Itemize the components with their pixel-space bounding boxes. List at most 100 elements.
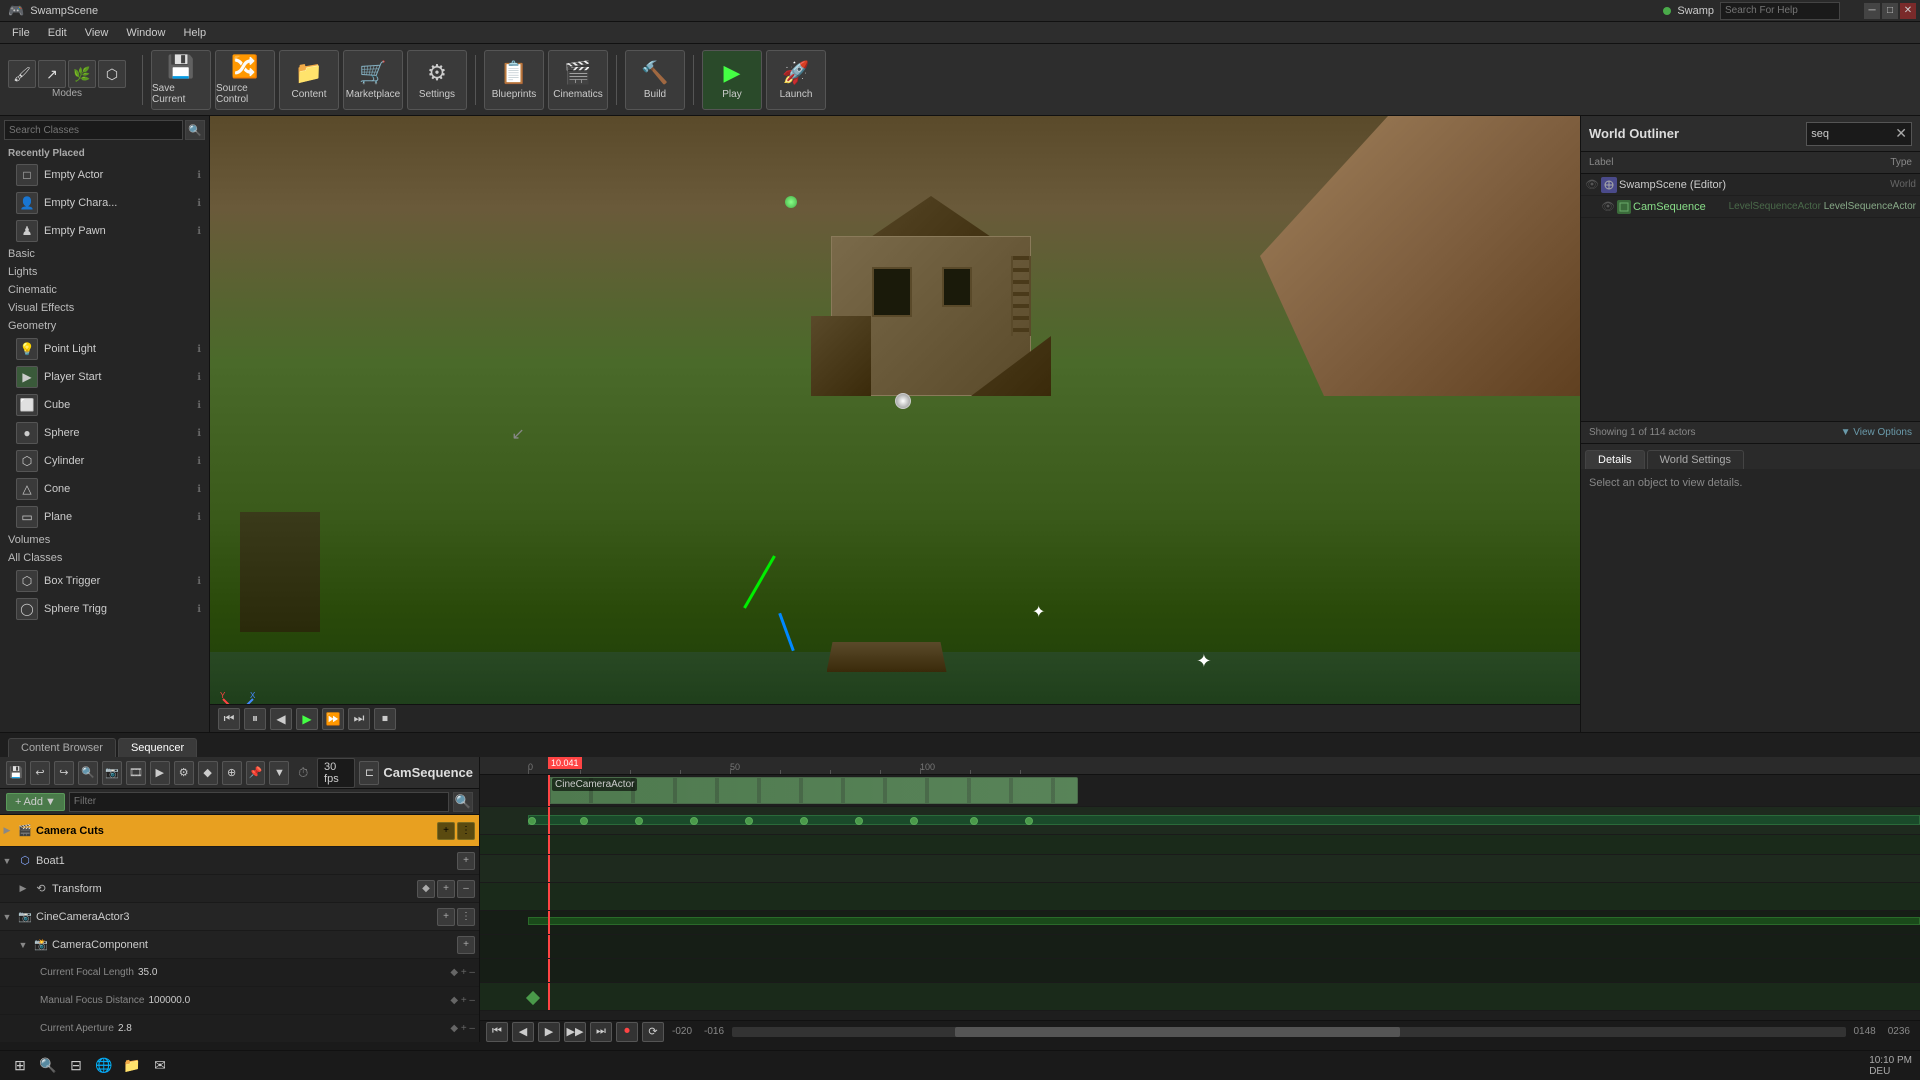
- seq-diamond-btn[interactable]: ◆: [198, 761, 218, 785]
- seq-settings-btn[interactable]: ⚙: [174, 761, 194, 785]
- item-sphere-trigger[interactable]: ◯ Sphere Trigg ℹ: [0, 595, 209, 623]
- menu-window[interactable]: Window: [118, 25, 173, 41]
- track-cine-camera[interactable]: ▼ 📷 CineCameraActor3 + ⋮: [0, 903, 479, 931]
- track-camera-component[interactable]: ▼ 📸 CameraComponent +: [0, 931, 479, 959]
- taskbar-search[interactable]: 🔍: [36, 1054, 60, 1078]
- transform-boat-key3[interactable]: –: [457, 880, 475, 898]
- item-point-light[interactable]: 💡 Point Light ℹ: [0, 335, 209, 363]
- menu-help[interactable]: Help: [175, 25, 214, 41]
- cube-info[interactable]: ℹ: [197, 400, 201, 411]
- seq-filter-search-btn[interactable]: 🔍: [453, 792, 473, 812]
- cam-cuts-add-btn[interactable]: +: [437, 822, 455, 840]
- aperture-keys[interactable]: ◆ + –: [450, 1023, 479, 1034]
- cine-cam-expand[interactable]: ▼: [0, 910, 14, 924]
- transport-step-back[interactable]: ◀: [270, 708, 292, 730]
- category-volumes[interactable]: Volumes: [0, 531, 209, 549]
- timeline-cine-cam-row[interactable]: [480, 855, 1920, 883]
- track-focal-length[interactable]: Current Focal Length 35.0 ◆ + –: [0, 959, 479, 987]
- top-search-input[interactable]: [1720, 2, 1840, 20]
- transport-pause[interactable]: ⏸: [244, 708, 266, 730]
- seq-trans-record[interactable]: ⏺: [616, 1022, 638, 1042]
- item-cone[interactable]: △ Cone ℹ: [0, 475, 209, 503]
- taskbar-explorer[interactable]: 📁: [120, 1054, 144, 1078]
- content-button[interactable]: 📁 Content: [279, 50, 339, 110]
- seq-trans-play[interactable]: ▶: [538, 1022, 560, 1042]
- item-cylinder[interactable]: ⬡ Cylinder ℹ: [0, 447, 209, 475]
- seq-camera-add-btn[interactable]: 📷: [102, 761, 122, 785]
- save-current-button[interactable]: 💾 Save Current: [151, 50, 211, 110]
- seq-render-btn[interactable]: 🎞: [126, 761, 146, 785]
- item-player-start[interactable]: ▶ Player Start ℹ: [0, 363, 209, 391]
- seq-undo-btn[interactable]: ↩: [30, 761, 50, 785]
- outliner-world-row[interactable]: 👁 SwampScene (Editor) World: [1581, 174, 1920, 196]
- settings-button[interactable]: ⚙ Settings: [407, 50, 467, 110]
- seq-dropdown-btn[interactable]: ▼: [269, 761, 289, 785]
- focal-length-keys[interactable]: ◆ + –: [450, 967, 479, 978]
- col-type-label[interactable]: Type: [1890, 157, 1912, 168]
- cine-cam-options-btn[interactable]: ⋮: [457, 908, 475, 926]
- seq-redo-btn[interactable]: ↪: [54, 761, 74, 785]
- marketplace-button[interactable]: 🛒 Marketplace: [343, 50, 403, 110]
- seq-trans-next-key[interactable]: ▶▶: [564, 1022, 586, 1042]
- blueprints-button[interactable]: 📋 Blueprints: [484, 50, 544, 110]
- cinematics-button[interactable]: 🎬 Cinematics: [548, 50, 608, 110]
- category-basic[interactable]: Basic: [0, 245, 209, 263]
- world-eye-icon[interactable]: 👁: [1585, 178, 1599, 191]
- taskbar-taskview[interactable]: ⊟: [64, 1054, 88, 1078]
- cylinder-info[interactable]: ℹ: [197, 456, 201, 467]
- timeline-boat1-row[interactable]: [480, 807, 1920, 835]
- seq-search-btn[interactable]: 🔍: [78, 761, 98, 785]
- cam-comp-add-btn[interactable]: +: [457, 936, 475, 954]
- transform-boat-key2[interactable]: +: [437, 880, 455, 898]
- empty-char-info[interactable]: ℹ: [197, 198, 201, 209]
- boat1-add-btn[interactable]: +: [457, 852, 475, 870]
- cam-comp-expand[interactable]: ▼: [16, 938, 30, 952]
- timeline-transform-boat-row[interactable]: [480, 835, 1920, 855]
- minimize-button[interactable]: ─: [1864, 3, 1880, 19]
- seq-custom-btn[interactable]: ⊏: [359, 761, 379, 785]
- track-camera-cuts[interactable]: ▶ 🎬 Camera Cuts + ⋮: [0, 815, 479, 847]
- actor-eye-icon[interactable]: 👁: [1601, 200, 1615, 213]
- plane-info[interactable]: ℹ: [197, 512, 201, 523]
- seq-playback-btn[interactable]: ▶: [150, 761, 170, 785]
- viewport[interactable]: ✦ ✦ ↙ X Y Level: SwampScene (Persistent): [210, 116, 1580, 732]
- item-cube[interactable]: ⬜ Cube ℹ: [0, 391, 209, 419]
- search-button[interactable]: 🔍: [185, 120, 205, 140]
- item-sphere[interactable]: ● Sphere ℹ: [0, 419, 209, 447]
- track-transform-boat[interactable]: ▶ ⟲ Transform ◆ + –: [0, 875, 479, 903]
- mode-mesh-icon[interactable]: ⬡: [98, 60, 126, 88]
- timeline-transform-cam-row[interactable]: [480, 983, 1920, 1011]
- track-focus-distance[interactable]: Manual Focus Distance 100000.0 ◆ + –: [0, 987, 479, 1015]
- mode-arrow-icon[interactable]: ↗: [38, 60, 66, 88]
- timeline-focal-row[interactable]: [480, 911, 1920, 935]
- transport-stop[interactable]: ⏹: [374, 708, 396, 730]
- view-options-button[interactable]: ▼ View Options: [1841, 427, 1912, 438]
- sphere-trigger-info[interactable]: ℹ: [197, 604, 201, 615]
- menu-view[interactable]: View: [77, 25, 117, 41]
- mode-foliage-icon[interactable]: 🌿: [68, 60, 96, 88]
- category-all-classes[interactable]: All Classes: [0, 549, 209, 567]
- close-button[interactable]: ✕: [1900, 3, 1916, 19]
- seq-add-button[interactable]: + Add ▼: [6, 793, 65, 811]
- item-empty-actor[interactable]: □ Empty Actor ℹ: [0, 161, 209, 189]
- taskbar-start[interactable]: ⊞: [8, 1054, 32, 1078]
- build-button[interactable]: 🔨 Build: [625, 50, 685, 110]
- category-cinematic[interactable]: Cinematic: [0, 281, 209, 299]
- transform-boat-expand[interactable]: ▶: [16, 882, 30, 896]
- track-aperture[interactable]: Current Aperture 2.8 ◆ + –: [0, 1015, 479, 1042]
- taskbar-mail[interactable]: ✉: [148, 1054, 172, 1078]
- outliner-search-clear[interactable]: ✕: [1895, 125, 1907, 142]
- focus-distance-keys[interactable]: ◆ + –: [450, 995, 479, 1006]
- fps-display[interactable]: 30 fps: [317, 758, 355, 788]
- outliner-search-input[interactable]: [1811, 128, 1891, 140]
- outliner-actor-row[interactable]: 👁 CamSequence LevelSequenceActor LevelSe…: [1581, 196, 1920, 218]
- timeline-aperture-row[interactable]: [480, 959, 1920, 983]
- tab-sequencer[interactable]: Sequencer: [118, 738, 197, 757]
- play-button[interactable]: ▶ Play: [702, 50, 762, 110]
- tab-details[interactable]: Details: [1585, 450, 1645, 469]
- box-trigger-info[interactable]: ℹ: [197, 576, 201, 587]
- seq-trans-beginning[interactable]: ⏮: [486, 1022, 508, 1042]
- empty-pawn-info[interactable]: ℹ: [197, 226, 201, 237]
- category-geometry[interactable]: Geometry: [0, 317, 209, 335]
- seq-pin-btn[interactable]: 📌: [246, 761, 266, 785]
